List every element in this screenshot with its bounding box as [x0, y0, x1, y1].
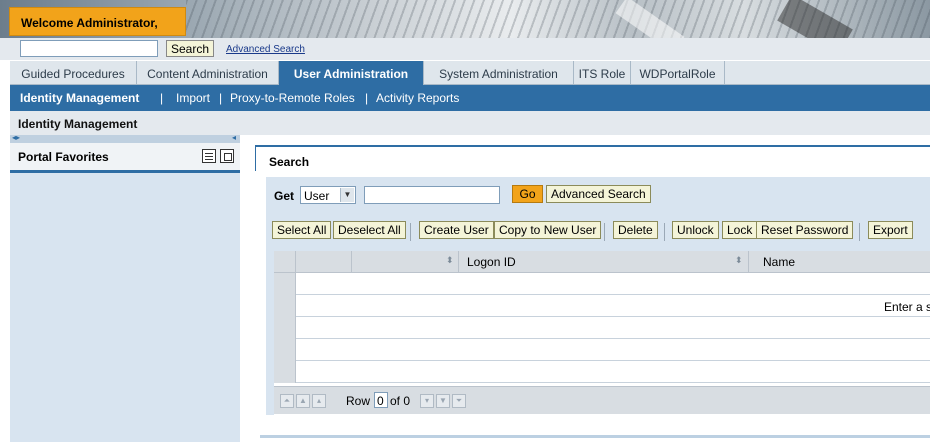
table-row [274, 339, 930, 361]
search-button[interactable]: Search [166, 40, 215, 57]
subtab-import[interactable]: Import [176, 91, 210, 105]
row-selector[interactable] [274, 317, 296, 339]
sort-icon[interactable]: ⬍ [446, 255, 454, 266]
name-column-header[interactable]: Name [749, 251, 930, 273]
favorites-menu-icon[interactable] [202, 149, 216, 163]
next-page-icon[interactable]: ▼ [436, 394, 450, 408]
tab-guided-procedures[interactable]: Guided Procedures [10, 61, 137, 85]
row-number-input[interactable]: 0 [374, 392, 388, 408]
advanced-search-button[interactable]: Advanced Search [546, 185, 651, 203]
subtab-identity-management[interactable]: Identity Management [20, 91, 139, 105]
last-page-icon[interactable]: ⏷ [452, 394, 466, 408]
first-page-icon[interactable]: ⏶ [280, 394, 294, 408]
table-row [274, 317, 930, 339]
search-query-input[interactable] [364, 186, 500, 204]
name-label: Name [763, 255, 796, 269]
tab-user-administration[interactable]: User Administration [279, 61, 424, 85]
icon-column-header[interactable]: ⬍ [352, 251, 459, 273]
toolbar-separator [859, 223, 860, 241]
sort-icon[interactable]: ⬍ [735, 255, 743, 266]
empty-table-message: Enter a s [884, 300, 930, 314]
row-count: of 0 [390, 394, 411, 408]
search-panel: Get User ▼ Go Advanced Search Select All… [266, 177, 930, 415]
object-type-select[interactable]: User ▼ [300, 186, 356, 204]
status-column-header[interactable] [296, 251, 352, 273]
welcome-message: Welcome Administrator, [9, 7, 186, 36]
export-button[interactable]: Export [868, 221, 913, 239]
section-divider [260, 435, 930, 438]
subtab-proxy-to-remote-roles[interactable]: Proxy-to-Remote Roles [230, 91, 355, 105]
create-user-button[interactable]: Create User [419, 221, 494, 239]
select-all-button[interactable]: Select All [272, 221, 332, 239]
select-column-header[interactable] [274, 251, 296, 273]
table-row [274, 273, 930, 295]
main-content: Search Get User ▼ Go Advanced Search Sel… [240, 135, 930, 442]
deselect-all-button[interactable]: Deselect All [333, 221, 406, 239]
subtab-separator: | [160, 91, 164, 105]
copy-to-new-user-button[interactable]: Copy to New User [494, 221, 602, 239]
search-bar: Search Advanced Search [0, 38, 930, 60]
toolbar-separator [604, 223, 605, 241]
delete-button[interactable]: Delete [613, 221, 658, 239]
advanced-search-link[interactable]: Advanced Search [226, 44, 305, 55]
row-label: Row [346, 394, 371, 408]
search-input[interactable] [20, 40, 158, 57]
favorites-maximize-icon[interactable] [220, 149, 234, 163]
portal-favorites-title: Portal Favorites [18, 150, 109, 164]
table-pager: ⏶ ▲ ▴ Row 0 of 0 ▾ ▼ ⏷ [274, 386, 930, 414]
object-type-value: User [304, 189, 330, 203]
tab-wdportalrole[interactable]: WDPortalRole [631, 61, 725, 85]
table-header: ⬍ Logon ID ⬍ Name [274, 251, 930, 273]
subtab-activity-reports[interactable]: Activity Reports [376, 91, 459, 105]
expand-left-icon[interactable]: ◂▸ [12, 133, 20, 142]
table-row [274, 361, 930, 383]
tab-its-role[interactable]: ITS Role [574, 61, 631, 85]
chevron-down-icon[interactable]: ▼ [340, 188, 354, 202]
nav-collapse-bar: ◂▸ ◂ [10, 133, 240, 143]
go-button[interactable]: Go [512, 185, 543, 203]
header-banner: Welcome Administrator, [0, 0, 930, 40]
reset-password-button[interactable]: Reset Password [756, 221, 854, 239]
subtab-separator: | [219, 91, 223, 105]
toolbar-separator [664, 223, 665, 241]
previous-row-icon[interactable]: ▴ [312, 394, 326, 408]
row-selector[interactable] [274, 361, 296, 383]
user-toolbar: Select All Deselect All Create User Copy… [266, 221, 930, 243]
table-row: Enter a s [274, 295, 930, 317]
navigation-panel: ◂▸ ◂ Portal Favorites [10, 133, 240, 442]
lock-button[interactable]: Lock [722, 221, 758, 239]
portal-favorites-header: Portal Favorites [10, 143, 240, 173]
row-selector[interactable] [274, 273, 296, 295]
tab-system-administration[interactable]: System Administration [424, 61, 574, 85]
get-label: Get [274, 189, 295, 203]
row-selector[interactable] [274, 339, 296, 361]
results-table: ⬍ Logon ID ⬍ Name Enter a s ⏶ ▲ ▴ Row 0 … [274, 251, 930, 415]
logon-id-column-header[interactable]: Logon ID ⬍ [459, 251, 749, 273]
tab-content-administration[interactable]: Content Administration [137, 61, 279, 85]
top-level-navigation: Guided Procedures Content Administration… [10, 61, 930, 85]
collapse-panel-icon[interactable]: ◂ [232, 133, 236, 142]
toolbar-separator [410, 223, 411, 241]
next-row-icon[interactable]: ▾ [420, 394, 434, 408]
previous-page-icon[interactable]: ▲ [296, 394, 310, 408]
section-title: Search [256, 145, 930, 171]
logon-id-label: Logon ID [467, 255, 516, 269]
subtab-separator: | [365, 91, 369, 105]
page-title: Identity Management [10, 111, 930, 135]
second-level-navigation: Identity Management | Import | Proxy-to-… [10, 85, 930, 111]
unlock-button[interactable]: Unlock [672, 221, 719, 239]
row-selector[interactable] [274, 295, 296, 317]
